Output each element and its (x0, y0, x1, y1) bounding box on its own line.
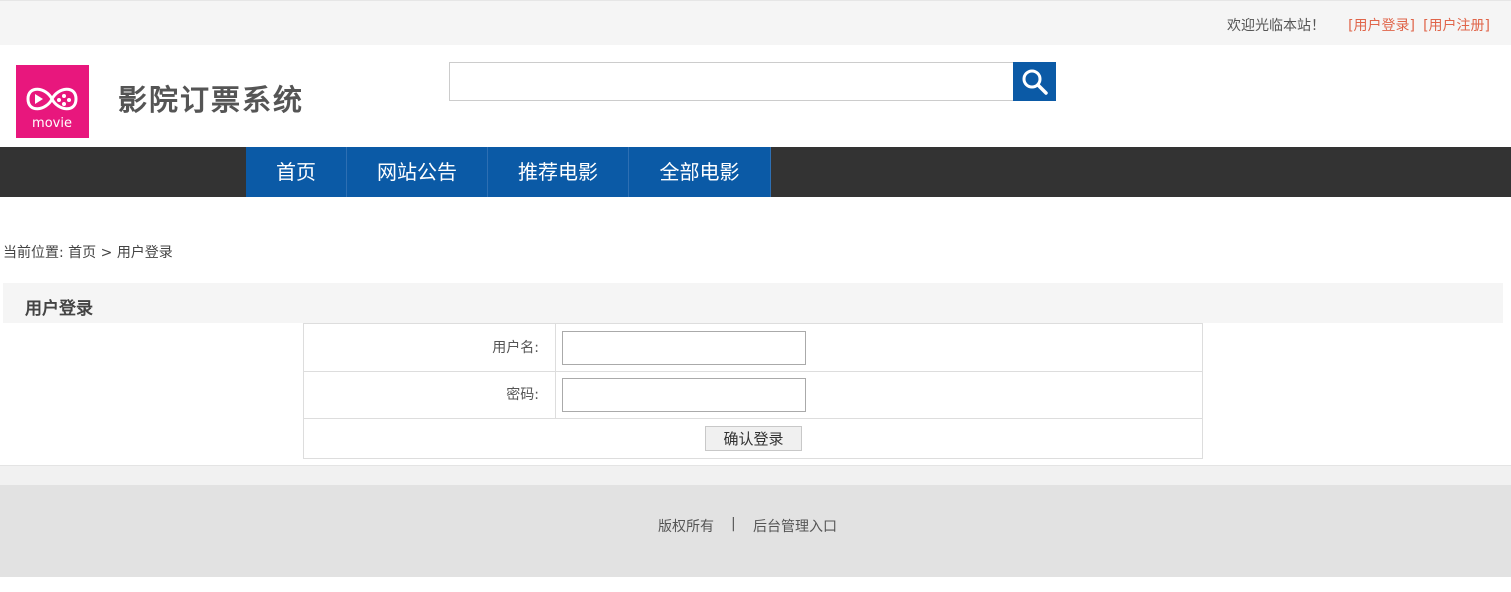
breadcrumb-separator: > (100, 245, 113, 261)
confirm-login-button[interactable]: 确认登录 (705, 426, 802, 451)
nav-item-recommended[interactable]: 推荐电影 (488, 147, 629, 197)
logo-text: movie (32, 116, 72, 131)
password-row: 密码: (304, 372, 1202, 419)
nav-item-home[interactable]: 首页 (246, 147, 347, 197)
panel-title: 用户登录 (25, 299, 93, 319)
username-field[interactable] (562, 331, 806, 365)
register-link[interactable]: [用户注册] (1423, 15, 1490, 35)
copyright-text: 版权所有 (658, 519, 714, 535)
movie-logo[interactable]: movie (16, 65, 89, 138)
nav-item-all-movies[interactable]: 全部电影 (629, 147, 771, 197)
submit-row: 确认登录 (304, 419, 1202, 458)
search-button[interactable] (1013, 62, 1056, 101)
admin-entry-link[interactable]: 后台管理入口 (753, 516, 837, 536)
username-label: 用户名: (304, 324, 556, 371)
site-title: 影院订票系统 (118, 83, 305, 117)
search-icon (1022, 69, 1048, 95)
login-link[interactable]: [用户登录] (1348, 15, 1415, 35)
breadcrumb-prefix: 当前位置: (3, 245, 64, 261)
panel-header: 用户登录 (3, 283, 1503, 323)
nav-item-announcements[interactable]: 网站公告 (347, 147, 488, 197)
password-field[interactable] (562, 378, 806, 412)
username-row: 用户名: (304, 324, 1202, 372)
main-navbar: 首页 网站公告 推荐电影 全部电影 (0, 147, 1511, 197)
breadcrumb-current: 用户登录 (116, 245, 173, 261)
footer-divider (0, 465, 1511, 485)
footer: 版权所有 | 后台管理入口 (0, 485, 1511, 577)
login-form: 用户名: 密码: 确认登录 (303, 323, 1203, 459)
movie-logo-icon: movie (26, 87, 78, 131)
password-label: 密码: (304, 372, 556, 418)
breadcrumb: 当前位置: 首页 > 用户登录 (3, 242, 173, 262)
top-bar: 欢迎光临本站！ [用户登录] [用户注册] (0, 0, 1511, 45)
search-input[interactable] (449, 62, 1014, 101)
welcome-text: 欢迎光临本站！ (1227, 18, 1325, 34)
footer-separator: | (731, 516, 736, 532)
breadcrumb-home[interactable]: 首页 (68, 245, 96, 261)
